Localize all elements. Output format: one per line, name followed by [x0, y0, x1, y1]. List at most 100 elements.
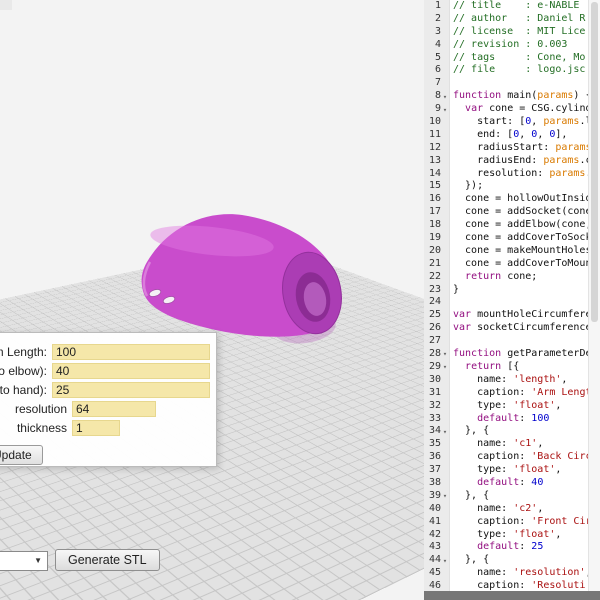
fold-toggle-icon[interactable]: ▾: [441, 93, 449, 101]
line-number: 42: [429, 529, 441, 542]
code-line[interactable]: cone = hollowOutInside: [453, 193, 588, 206]
editor-gutter: 1 2 3 4 5 6 7 8 ▾ 9 ▾ 10 11 12 13 14 15 16 17 18 19 20 21 22 23 2…: [424, 0, 450, 600]
line-number: 25: [429, 309, 441, 322]
editor-vscroll-thumb[interactable]: [591, 2, 598, 322]
code-line[interactable]: type: 'float',: [453, 529, 588, 542]
code-line[interactable]: [453, 296, 588, 309]
editor-vscrollbar[interactable]: [588, 0, 600, 600]
update-button[interactable]: Update: [0, 445, 43, 465]
code-line[interactable]: name: 'length',: [453, 374, 588, 387]
line-number: 35: [429, 438, 441, 451]
code-line[interactable]: caption: 'Back Circu: [453, 451, 588, 464]
param-row: thickness: [0, 419, 210, 437]
code-line[interactable]: radiusStart: params.: [453, 142, 588, 155]
code-line[interactable]: [453, 335, 588, 348]
code-line[interactable]: caption: 'Arm Length: [453, 387, 588, 400]
code-line[interactable]: function getParameterDef: [453, 348, 588, 361]
editor-hscroll-thumb[interactable]: [424, 591, 600, 600]
line-number: 23: [429, 284, 441, 297]
code-line[interactable]: return cone;: [453, 271, 588, 284]
code-line[interactable]: cone = addCoverToMount: [453, 258, 588, 271]
code-line[interactable]: start: [0, params.le: [453, 116, 588, 129]
param-input[interactable]: [72, 401, 156, 417]
line-number: 36: [429, 451, 441, 464]
code-line[interactable]: }, {: [453, 554, 588, 567]
code-line[interactable]: cone = addSocket(cone,: [453, 206, 588, 219]
code-line[interactable]: var socketCircumference: [453, 322, 588, 335]
line-number: 27: [429, 335, 441, 348]
chevron-down-icon: ▼: [34, 556, 42, 565]
code-line[interactable]: default: 25: [453, 541, 588, 554]
fold-toggle-icon[interactable]: ▾: [441, 363, 449, 371]
line-number: 28: [429, 348, 441, 361]
code-line[interactable]: }: [453, 284, 588, 297]
param-caption: (closest to elbow):: [0, 364, 47, 378]
editor-code[interactable]: // title : e-NABLE// author : Daniel R//…: [453, 0, 588, 600]
line-number: 31: [429, 387, 441, 400]
code-line[interactable]: cone = makeMountHoles(: [453, 245, 588, 258]
code-line[interactable]: default: 100: [453, 413, 588, 426]
param-caption: Arm Length:: [0, 345, 47, 359]
code-line[interactable]: }, {: [453, 490, 588, 503]
param-input[interactable]: [52, 363, 210, 379]
line-number: 44: [429, 554, 441, 567]
code-line[interactable]: name: 'resolution',: [453, 567, 588, 580]
code-line[interactable]: return [{: [453, 361, 588, 374]
line-number: 12: [429, 142, 441, 155]
viewer-corner-chip: [0, 0, 12, 10]
line-number: 3: [435, 26, 441, 39]
fold-toggle-icon[interactable]: ▾: [441, 106, 449, 114]
line-number: 17: [429, 206, 441, 219]
line-number: 1: [435, 0, 441, 13]
line-number: 7: [435, 77, 441, 90]
line-number: 16: [429, 193, 441, 206]
parameters-panel: Arm Length: (closest to elbow): (closest t…: [0, 332, 217, 467]
viewer-canvas[interactable]: Arm Length: (closest to elbow): (closest t…: [0, 0, 424, 600]
fold-toggle-icon[interactable]: ▾: [441, 557, 449, 565]
code-line[interactable]: type: 'float',: [453, 400, 588, 413]
code-editor[interactable]: 1 2 3 4 5 6 7 8 ▾ 9 ▾ 10 11 12 13 14 15 16 17 18 19 20 21 22 23 2…: [424, 0, 588, 600]
code-line[interactable]: resolution: params.r: [453, 168, 588, 181]
line-number: 26: [429, 322, 441, 335]
fold-toggle-icon[interactable]: ▾: [441, 492, 449, 500]
line-number: 34: [429, 425, 441, 438]
line-number: 15: [429, 180, 441, 193]
line-number: 45: [429, 567, 441, 580]
line-number: 18: [429, 219, 441, 232]
code-line[interactable]: // license : MIT Lice: [453, 26, 588, 39]
code-line[interactable]: // revision : 0.003: [453, 39, 588, 52]
code-line[interactable]: name: 'c2',: [453, 503, 588, 516]
code-line[interactable]: caption: 'Front Circ: [453, 516, 588, 529]
code-line[interactable]: });: [453, 180, 588, 193]
fold-toggle-icon[interactable]: ▾: [441, 428, 449, 436]
param-row: Arm Length:: [0, 343, 210, 361]
fold-toggle-icon[interactable]: ▾: [441, 350, 449, 358]
code-line[interactable]: var mountHoleCircumferen: [453, 309, 588, 322]
line-number: 38: [429, 477, 441, 490]
param-input[interactable]: [52, 382, 210, 398]
code-line[interactable]: radiusEnd: params.c2: [453, 155, 588, 168]
code-line[interactable]: // title : e-NABLE: [453, 0, 588, 13]
generate-stl-button[interactable]: Generate STL: [55, 549, 160, 571]
code-line[interactable]: }, {: [453, 425, 588, 438]
code-line[interactable]: // author : Daniel R: [453, 13, 588, 26]
code-line[interactable]: end: [0, 0, 0],: [453, 129, 588, 142]
code-line[interactable]: cone = addCoverToSocke: [453, 232, 588, 245]
code-line[interactable]: type: 'float',: [453, 464, 588, 477]
design-select[interactable]: ▼: [0, 551, 48, 571]
code-line[interactable]: // tags : Cone, Mo: [453, 52, 588, 65]
code-line[interactable]: // file : logo.jsc: [453, 64, 588, 77]
param-input[interactable]: [52, 344, 210, 360]
line-number: 43: [429, 541, 441, 554]
code-line[interactable]: default: 40: [453, 477, 588, 490]
line-number: 30: [429, 374, 441, 387]
code-line[interactable]: name: 'c1',: [453, 438, 588, 451]
code-line[interactable]: [453, 77, 588, 90]
line-number: 5: [435, 52, 441, 65]
code-line[interactable]: function main(params) {: [453, 90, 588, 103]
code-line[interactable]: var cone = CSG.cylinde: [453, 103, 588, 116]
param-input[interactable]: [72, 420, 120, 436]
code-line[interactable]: cone = addElbow(cone,: [453, 219, 588, 232]
line-number: 39: [429, 490, 441, 503]
line-number: 13: [429, 155, 441, 168]
